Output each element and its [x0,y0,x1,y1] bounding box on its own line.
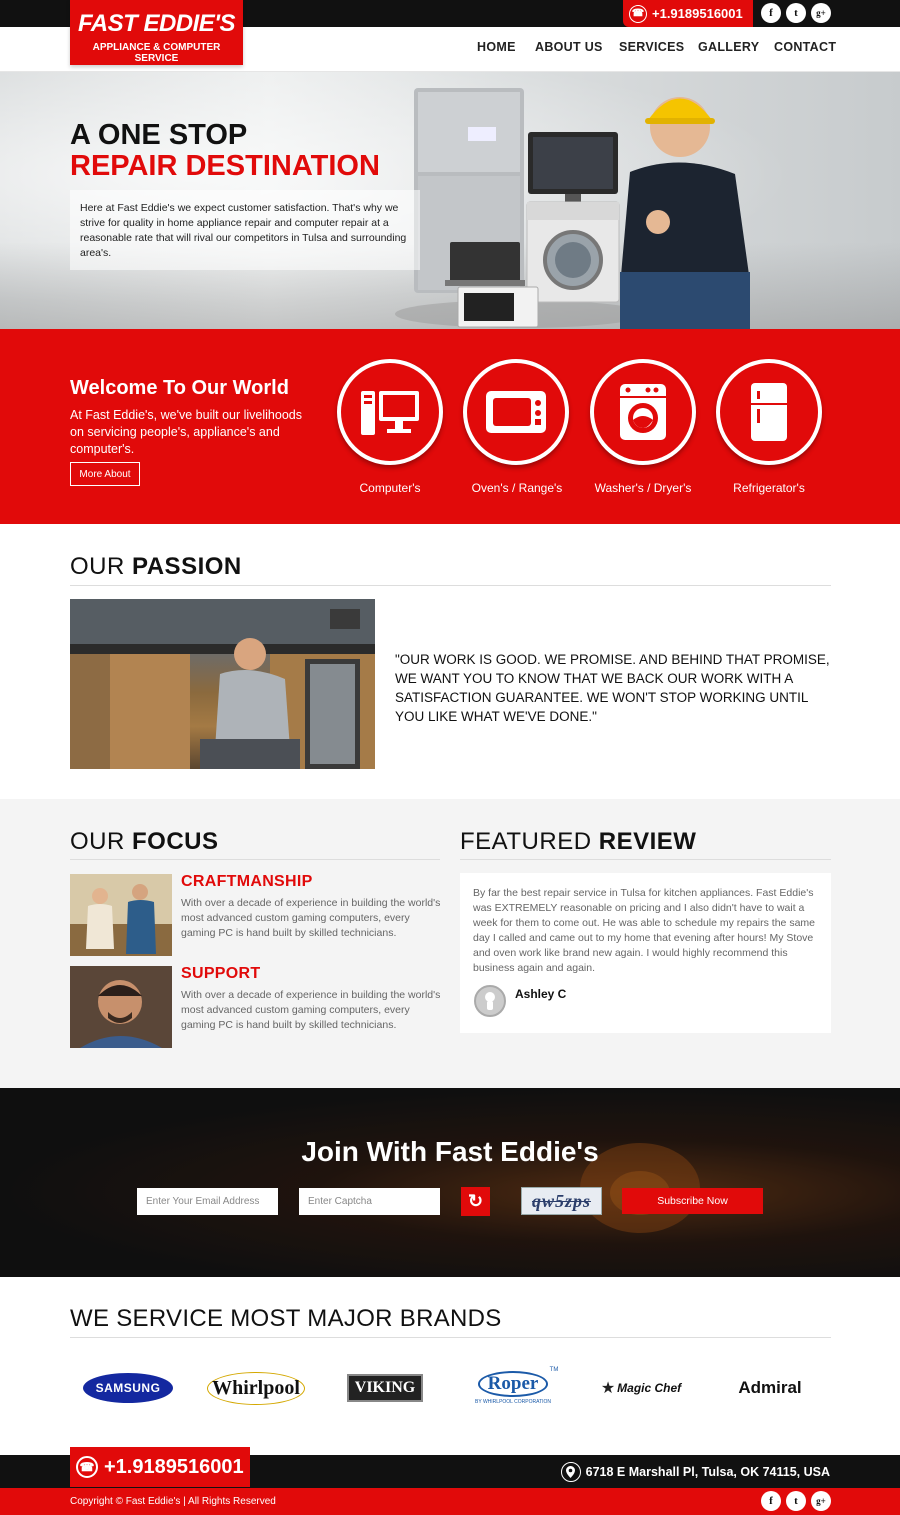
brand-roper: Roper TM BY WHIRLPOOL CORPORATION [474,1367,559,1405]
service-label-washers: Washer's / Dryer's [594,481,692,495]
refresh-captcha-icon[interactable]: ↻ [461,1187,490,1216]
passion-heading: OUR PASSION [70,553,242,580]
brand-samsung: SAMSUNG [82,1365,174,1411]
welcome-band: Welcome To Our World At Fast Eddie's, we… [0,329,900,524]
footer-google-plus-icon[interactable]: g+ [811,1491,831,1511]
captcha-image: qw5zps [521,1187,602,1215]
twitter-icon[interactable]: t [786,3,806,23]
support-photo [70,966,172,1048]
brands-heading: WE SERVICE MOST MAJOR BRANDS [70,1305,502,1332]
hero-banner: A ONE STOP REPAIR DESTINATION Here at Fa… [0,72,900,329]
hero-title-line2: REPAIR DESTINATION [70,150,380,182]
washer-icon [620,384,666,440]
review-text: By far the best repair service in Tulsa … [473,887,815,974]
footer-phone-number: +1.9189516001 [104,1455,244,1478]
craftmanship-photo [70,874,172,956]
review-divider [460,859,831,860]
focus-title-support: SUPPORT [181,965,261,982]
service-ovens[interactable] [463,359,569,465]
service-label-computers: Computer's [359,481,421,495]
service-label-refrigerators: Refrigerator's [733,481,805,495]
service-washers[interactable] [590,359,696,465]
focus-heading: OUR FOCUS [70,828,219,855]
footer-facebook-icon[interactable]: f [761,1491,781,1511]
subscribe-section [0,1088,900,1277]
facebook-icon[interactable]: f [761,3,781,23]
oven-icon [486,391,546,433]
nav-contact[interactable]: CONTACT [774,40,836,54]
nav-about-us[interactable]: ABOUT US [535,40,603,54]
nav-home[interactable]: HOME [477,40,516,54]
email-field[interactable] [137,1188,278,1215]
hero-title-line1: A ONE STOP [70,119,248,151]
more-about-button[interactable]: More About [70,462,140,486]
review-card: By far the best repair service in Tulsa … [460,873,831,1033]
welcome-text: At Fast Eddie's, we've built our livelih… [70,408,302,456]
captcha-field[interactable] [299,1188,440,1215]
footer-address: 6718 E Marshall Pl, Tulsa, OK 74115, USA [560,1462,830,1482]
footer-phone[interactable]: ☎ +1.9189516001 [70,1447,250,1487]
brands-divider [70,1337,831,1338]
focus-text-craftmanship: With over a decade of experience in buil… [181,897,441,939]
focus-text-support: With over a decade of experience in buil… [181,989,441,1031]
nav-services[interactable]: SERVICES [619,40,684,54]
logo-tagline: APPLIANCE & COMPUTER SERVICE [92,42,221,64]
brand-whirlpool: Whirlpool [207,1365,305,1411]
location-pin-icon [560,1462,581,1482]
nav-gallery[interactable]: GALLERY [698,40,759,54]
focus-title-craftmanship: CRAFTMANSHIP [181,873,313,890]
top-phone-number: +1.9189516001 [652,6,743,21]
service-computers[interactable] [337,359,443,465]
brand-viking: VIKING [342,1365,428,1411]
top-phone[interactable]: ☎ +1.9189516001 [623,0,753,27]
brand-admiral: Admiral [738,1378,802,1397]
passion-photo [70,599,375,769]
subscribe-button[interactable]: Subscribe Now [622,1188,763,1214]
logo[interactable]: FAST EDDIE'S APPLIANCE & COMPUTER SERVIC… [70,0,243,65]
focus-divider [70,859,440,860]
brand-magic-chef: ★ Magic Chef [600,1380,682,1397]
passion-divider [70,585,831,586]
phone-icon: ☎ [76,1456,98,1478]
service-refrigerators[interactable] [716,359,822,465]
service-label-ovens: Oven's / Range's [471,481,563,495]
review-heading: FEATURED REVIEW [460,828,697,855]
welcome-title: Welcome To Our World [70,377,289,399]
review-author: Ashley C [515,987,567,1001]
refrigerator-icon [751,383,787,441]
footer-twitter-icon[interactable]: t [786,1491,806,1511]
computer-icon [361,391,419,435]
hero-illustration [395,88,750,329]
passion-quote: "OUR WORK IS GOOD. WE PROMISE. AND BEHIN… [395,652,830,724]
hero-description: Here at Fast Eddie's we expect customer … [70,190,420,270]
subscribe-title: Join With Fast Eddie's [301,1136,599,1167]
google-plus-icon[interactable]: g+ [811,3,831,23]
avatar [474,985,506,1017]
phone-icon: ☎ [629,4,647,23]
logo-name: FAST EDDIE'S [77,10,236,37]
copyright-text: Copyright © Fast Eddie's | All Rights Re… [70,1496,276,1507]
